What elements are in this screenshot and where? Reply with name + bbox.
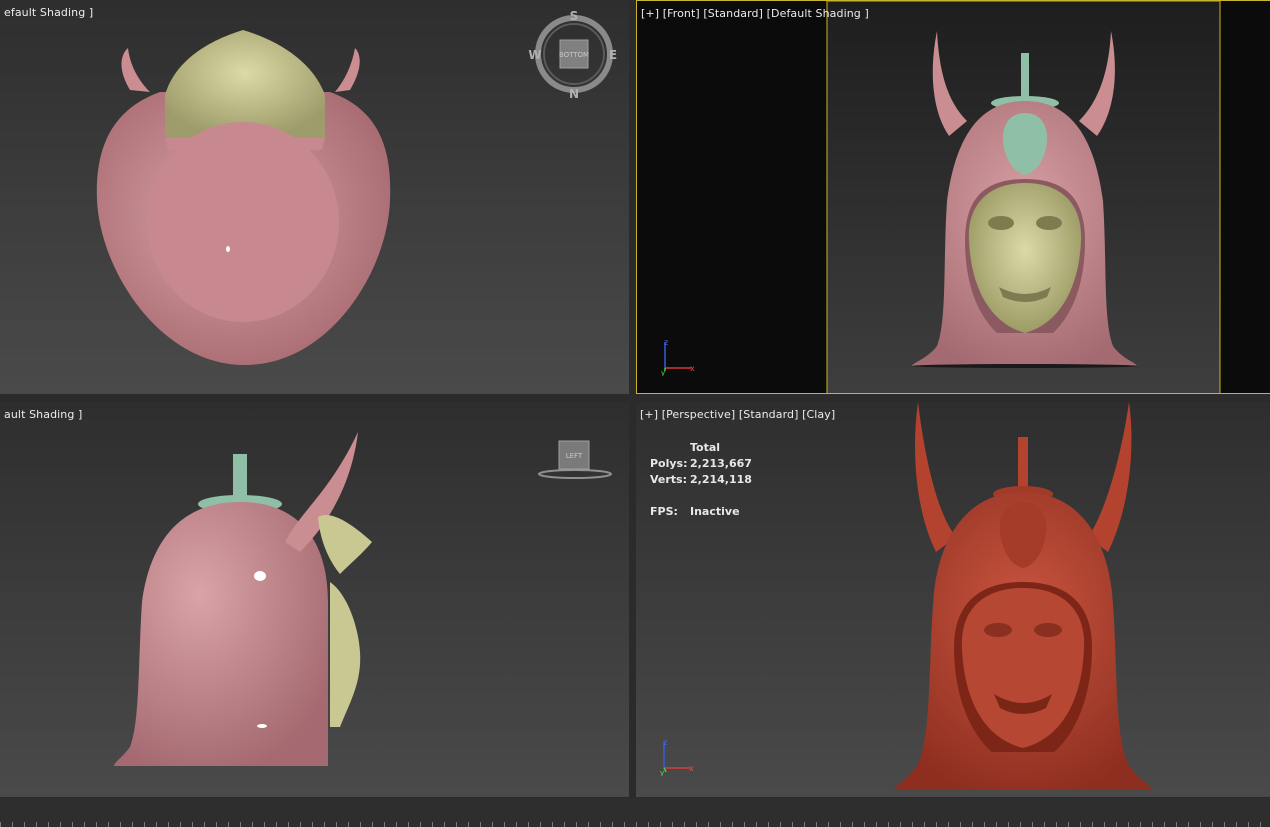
timeline-ruler[interactable] <box>0 822 1270 827</box>
viewport-left[interactable]: ault Shading ] LEFT <box>0 402 629 797</box>
statistics-panel: Total Polys: 2,213,667 Verts: 2,214,118 FP… <box>650 440 752 520</box>
viewport-perspective[interactable]: [+] [Perspective] [Standard] [Clay] Tota… <box>636 402 1270 797</box>
svg-text:y: y <box>660 769 664 776</box>
demon-crest-side <box>318 514 372 574</box>
stats-header: Total <box>690 441 721 454</box>
verts-value: 2,214,118 <box>690 473 752 486</box>
viewcube-left[interactable]: LEFT <box>535 438 615 488</box>
fps-label: FPS: <box>650 505 678 518</box>
svg-text:x: x <box>689 764 694 773</box>
viewcube-face: LEFT <box>566 452 583 460</box>
viewport-bottom[interactable]: efault Shading ] BOTTOM S N W E <box>0 0 629 394</box>
verts-label: Verts: <box>650 473 688 486</box>
viewport-front[interactable]: [+] [Front] [Standard] [Default Shading … <box>636 0 1270 394</box>
polys-label: Polys: <box>650 457 688 470</box>
horn-right <box>335 48 360 92</box>
axis-gizmo: z x y <box>660 738 694 776</box>
horn-right <box>1088 402 1132 552</box>
svg-text:z: z <box>663 738 667 747</box>
fps-value: Inactive <box>690 505 740 518</box>
finial-stem <box>1021 53 1029 103</box>
finial-stem <box>1018 437 1028 492</box>
axis-gizmo: z x y <box>661 338 695 376</box>
mask-top <box>165 30 325 138</box>
svg-text:x: x <box>690 364 695 373</box>
mask-side <box>330 582 361 727</box>
viewport-label[interactable]: efault Shading ] <box>4 6 93 19</box>
viewport-label[interactable]: [+] [Front] [Standard] [Default Shading … <box>641 7 869 20</box>
horn-left <box>915 402 956 552</box>
horn-left <box>121 48 150 92</box>
viewport-label[interactable]: ault Shading ] <box>4 408 82 421</box>
helmet-dome <box>147 122 339 322</box>
helmet-front-view <box>826 1 1221 393</box>
helmet-bottom-view <box>96 30 391 365</box>
viewport-label[interactable]: [+] [Perspective] [Standard] [Clay] <box>640 408 835 421</box>
polys-value: 2,213,667 <box>690 457 752 470</box>
svg-text:z: z <box>664 338 668 347</box>
svg-text:y: y <box>661 369 665 376</box>
